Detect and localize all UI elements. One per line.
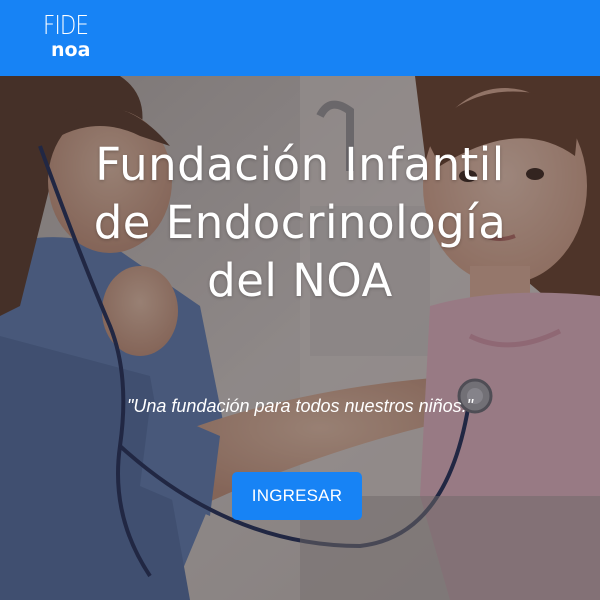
logo-text-fide: FIDE bbox=[43, 11, 89, 41]
landing-page: FIDE noa Fundación Infantil de Endocrino… bbox=[0, 0, 600, 600]
hero-subtitle: "Una fundación para todos nuestros niños… bbox=[127, 396, 473, 416]
ingresar-button[interactable]: INGRESAR bbox=[232, 472, 362, 520]
hero-title: Fundación Infantil de Endocrinología del… bbox=[93, 138, 507, 307]
logo-text-noa: noa bbox=[51, 39, 91, 61]
fide-noa-logo[interactable]: FIDE noa bbox=[43, 12, 103, 62]
hero-section: Fundación Infantil de Endocrinología del… bbox=[0, 76, 600, 600]
top-navbar: FIDE noa bbox=[0, 0, 600, 76]
